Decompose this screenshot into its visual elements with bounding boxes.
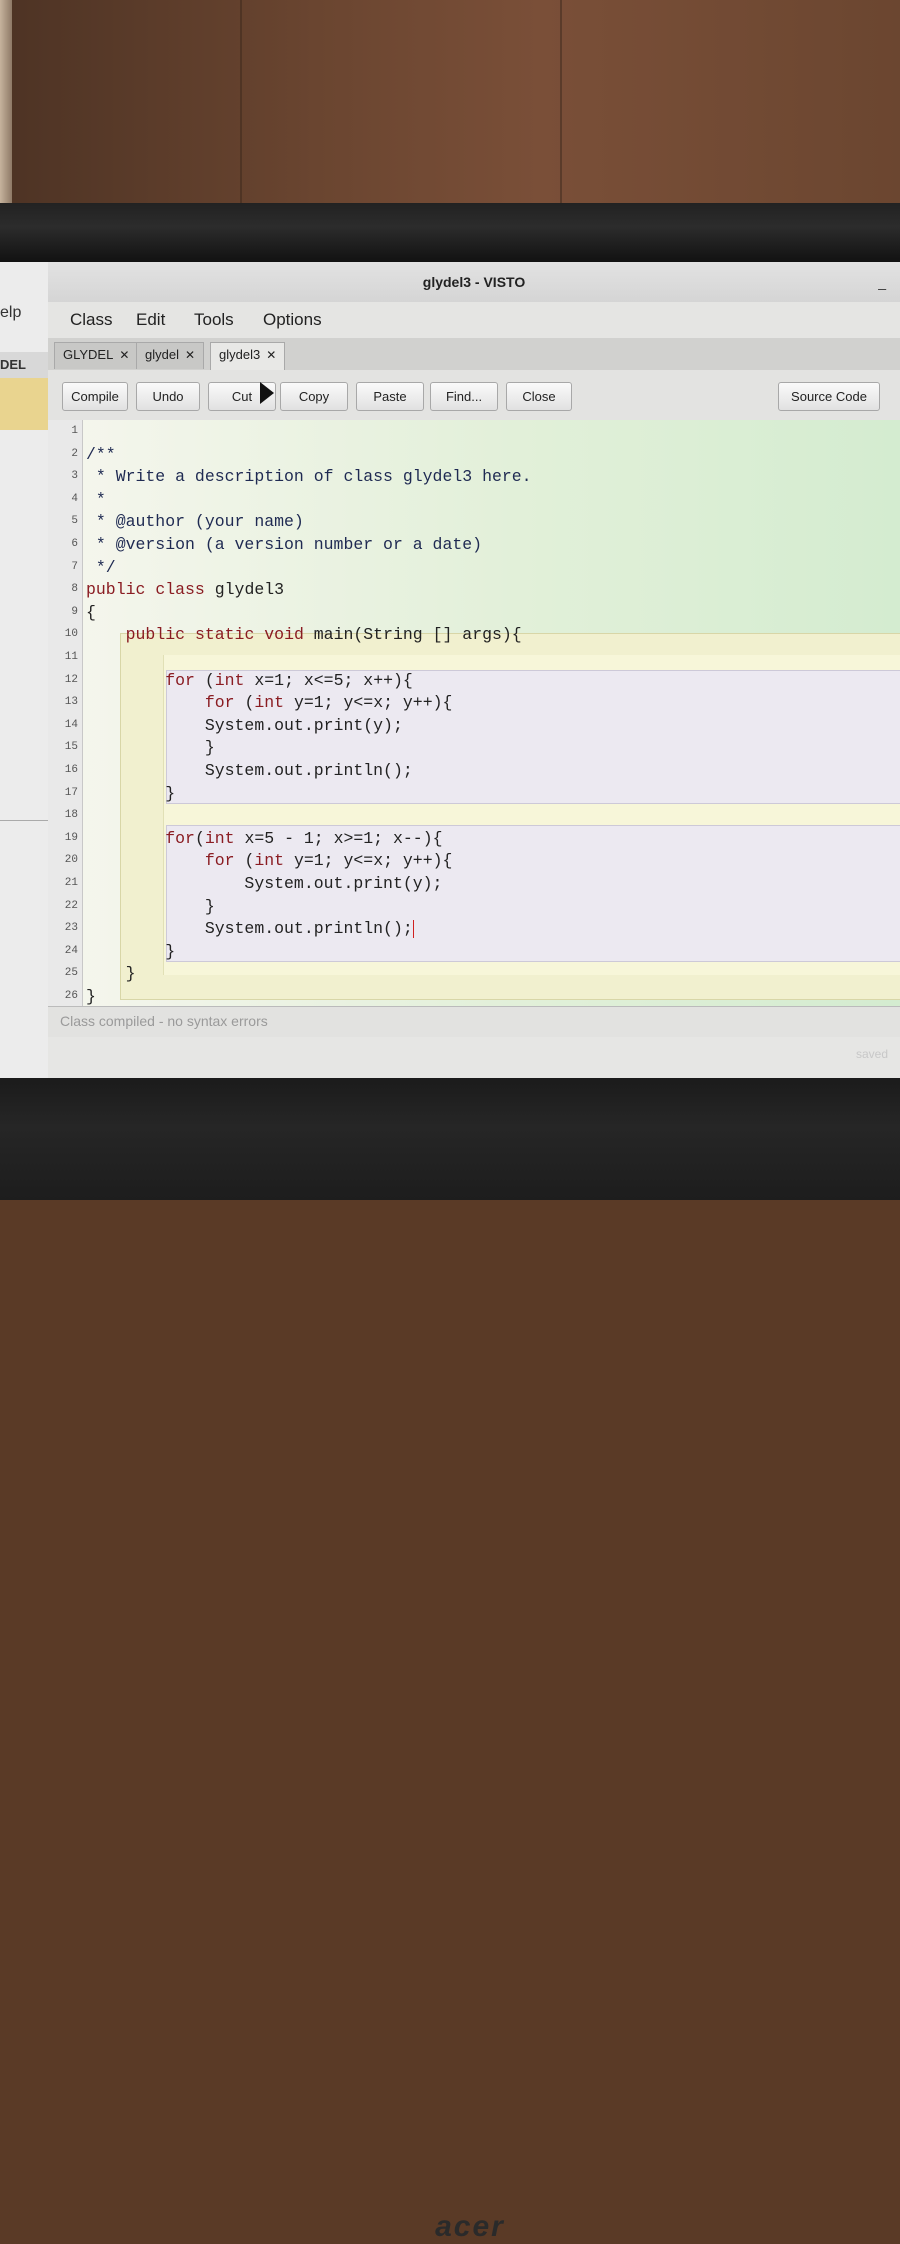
code-line[interactable]: System.out.println(); (86, 761, 413, 780)
code-line[interactable]: * @author (your name) (86, 512, 304, 531)
monitor-brand-logo: acer (435, 2210, 505, 2243)
line-number: 25 (64, 967, 78, 980)
monitor-bezel-bottom: acer (0, 1078, 900, 2243)
line-number: 6 (71, 538, 78, 550)
undo-button[interactable]: Undo (136, 382, 200, 411)
code-line[interactable]: } (86, 964, 136, 983)
text-caret (412, 919, 414, 938)
line-number: 26 (64, 990, 78, 1002)
line-number: 22 (64, 899, 78, 912)
saved-indicator: saved (855, 1047, 888, 1061)
line-number: 5 (71, 515, 78, 528)
background-toolbar-area (0, 378, 48, 430)
code-line[interactable]: * @version (a version number or a date) (86, 535, 482, 554)
paste-button[interactable]: Paste (356, 382, 424, 411)
menu-class[interactable]: Class (70, 310, 113, 330)
toolbar: Compile Undo Cut Copy Paste Find... Clos… (48, 370, 900, 420)
line-number: 4 (71, 492, 78, 505)
line-number: 9 (71, 605, 78, 618)
line-number-gutter (48, 420, 83, 1006)
status-message: Class compiled - no syntax errors (60, 1013, 268, 1029)
tab-glydel3[interactable]: glydel3 ✕ (210, 342, 286, 371)
code-line[interactable]: public static void main(String [] args){ (86, 625, 522, 644)
view-mode-select[interactable]: Source Code (778, 382, 880, 411)
close-icon[interactable]: ✕ (266, 348, 276, 362)
background-divider (0, 820, 48, 821)
menu-options[interactable]: Options (263, 310, 322, 330)
code-line[interactable]: System.out.print(y); (86, 874, 442, 893)
tab-label: glydel3 (219, 347, 261, 362)
line-number: 21 (64, 877, 78, 889)
monitor-screen: elp DEL glydel3 - VISTO _ Class Edit Too… (0, 262, 900, 1078)
menu-tools[interactable]: Tools (194, 310, 234, 330)
line-number: 24 (64, 944, 78, 957)
compile-button[interactable]: Compile (62, 382, 128, 411)
code-line[interactable]: * (86, 490, 106, 509)
door-frame (0, 0, 12, 205)
tab-bar: GLYDEL ✕ glydel ✕ glydel3 ✕ (48, 338, 900, 371)
code-line[interactable]: /** (86, 445, 116, 464)
wall-plank (240, 0, 242, 205)
code-line[interactable]: } (86, 738, 215, 757)
menu-bar: Class Edit Tools Options (48, 302, 900, 338)
monitor-bezel-top (0, 203, 900, 263)
close-icon[interactable]: ✕ (185, 348, 195, 362)
line-number: 19 (64, 831, 78, 844)
mouse-pointer-icon (260, 382, 274, 404)
status-bar: Class compiled - no syntax errors saved (48, 1006, 900, 1061)
editor-window: glydel3 - VISTO _ Class Edit Tools Optio… (48, 262, 900, 1078)
title-bar[interactable]: glydel3 - VISTO _ (48, 262, 900, 303)
wall-plank (560, 0, 562, 205)
tab-glydel[interactable]: glydel ✕ (136, 342, 205, 369)
tab-glydel-upper[interactable]: GLYDEL ✕ (54, 342, 139, 369)
minimize-icon[interactable]: _ (878, 274, 886, 290)
find-button[interactable]: Find... (430, 382, 498, 411)
code-line[interactable]: System.out.print(y); (86, 716, 403, 735)
code-line[interactable]: } (86, 987, 96, 1006)
line-number: 13 (64, 696, 78, 709)
code-line[interactable]: } (86, 942, 175, 961)
tab-label: glydel (145, 347, 179, 362)
close-button[interactable]: Close (506, 382, 572, 411)
code-line[interactable]: for (int y=1; y<=x; y++){ (86, 693, 453, 712)
code-line[interactable]: */ (86, 558, 116, 577)
line-number: 15 (64, 741, 78, 754)
code-editor[interactable]: 1 2/** 3 * Write a description of class gl… (48, 420, 900, 1006)
code-line[interactable]: public class glydel3 (86, 580, 284, 599)
code-line[interactable]: for (int x=1; x<=5; x++){ (86, 671, 413, 690)
loop-scope (166, 670, 900, 804)
code-line[interactable]: for(int x=5 - 1; x>=1; x--){ (86, 829, 442, 848)
line-number: 7 (71, 560, 78, 573)
line-number: 2 (71, 447, 78, 460)
line-number: 10 (64, 628, 78, 641)
code-line[interactable]: } (86, 784, 175, 803)
line-number: 18 (64, 809, 78, 822)
code-line[interactable]: { (86, 603, 96, 622)
background-window: elp DEL (0, 262, 49, 1078)
line-number: 12 (64, 673, 78, 686)
background-menu-fragment[interactable]: elp (0, 304, 21, 322)
line-number: 8 (71, 583, 78, 596)
line-number: 3 (71, 470, 78, 483)
code-line[interactable]: System.out.println(); (86, 919, 414, 938)
copy-button[interactable]: Copy (280, 382, 348, 411)
menu-edit[interactable]: Edit (136, 310, 165, 330)
line-number: 16 (64, 764, 78, 776)
line-number: 11 (64, 651, 78, 663)
tab-label: GLYDEL (63, 347, 114, 362)
background-tab-fragment[interactable]: DEL (0, 352, 48, 378)
code-line[interactable]: } (86, 897, 215, 916)
line-number: 20 (64, 854, 78, 867)
line-number: 23 (64, 922, 78, 935)
window-title: glydel3 - VISTO (422, 274, 526, 290)
code-line[interactable]: for (int y=1; y<=x; y++){ (86, 851, 453, 870)
wall-background (0, 0, 900, 205)
line-number: 17 (64, 786, 78, 799)
line-number: 1 (71, 425, 78, 437)
line-number: 14 (64, 718, 78, 731)
close-icon[interactable]: ✕ (119, 348, 129, 362)
code-line[interactable]: * Write a description of class glydel3 h… (86, 467, 532, 486)
